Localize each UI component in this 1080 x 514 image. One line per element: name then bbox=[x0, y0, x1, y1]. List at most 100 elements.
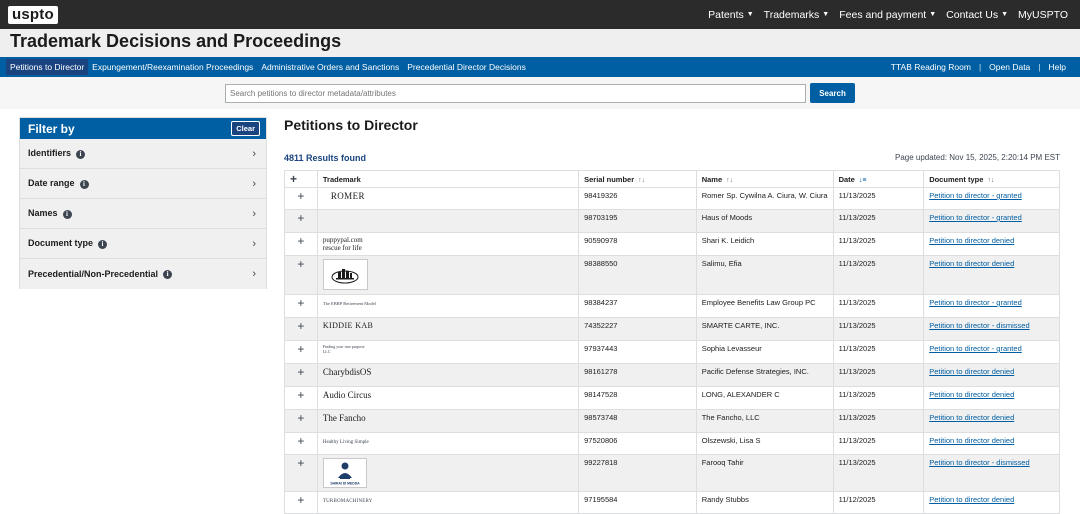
expand-row-icon[interactable]: + bbox=[284, 232, 318, 256]
info-icon[interactable]: i bbox=[79, 179, 89, 189]
serial-cell: 98703195 bbox=[578, 209, 697, 233]
expand-row-icon[interactable]: + bbox=[284, 454, 318, 492]
column-header-document-type[interactable]: Document type ↑↓ bbox=[923, 170, 1060, 188]
document-type-cell: Petition to director - dismissed bbox=[923, 317, 1060, 341]
search-input[interactable] bbox=[225, 84, 806, 103]
document-link[interactable]: Petition to director denied bbox=[929, 367, 1014, 376]
expand-row-icon[interactable]: + bbox=[284, 294, 318, 318]
trademark-text: KIDDIE KAB bbox=[322, 321, 374, 330]
search-button[interactable]: Search bbox=[810, 83, 855, 103]
filter-panel: Filter by Clear Identifiers i › Date rang… bbox=[19, 117, 267, 289]
sort-descending-icon[interactable]: ↓≡ bbox=[859, 177, 867, 184]
tab-administrative-orders[interactable]: Administrative Orders and Sanctions bbox=[257, 59, 403, 75]
info-icon[interactable]: i bbox=[62, 209, 72, 219]
document-link[interactable]: Petition to director denied bbox=[929, 495, 1014, 504]
expand-all-icon[interactable]: + bbox=[284, 170, 318, 188]
sort-icon[interactable]: ↑↓ bbox=[638, 177, 645, 184]
tab-precedential-decisions[interactable]: Precedential Director Decisions bbox=[403, 59, 530, 75]
clear-filters-button[interactable]: Clear bbox=[231, 121, 260, 136]
top-nav-patents[interactable]: Patents ▼ bbox=[708, 9, 754, 21]
expand-row-icon[interactable]: + bbox=[284, 491, 318, 514]
tab-petitions-to-director[interactable]: Petitions to Director bbox=[6, 59, 89, 75]
document-link[interactable]: Petition to director denied bbox=[929, 390, 1014, 399]
expand-row-icon[interactable]: + bbox=[284, 187, 318, 210]
trademark-image bbox=[322, 259, 368, 290]
link-ttab-reading-room[interactable]: TTAB Reading Room bbox=[883, 62, 979, 72]
table-row: + Audio Circus 98147528 LONG, ALEXANDER … bbox=[284, 386, 1060, 410]
trademark-text: puppypal.com rescue for life bbox=[322, 236, 363, 252]
name-cell: Employee Benefits Law Group PC bbox=[695, 294, 834, 318]
chevron-down-icon: ▼ bbox=[1001, 11, 1009, 19]
chevron-right-icon: › bbox=[252, 207, 256, 220]
info-icon[interactable]: i bbox=[76, 149, 86, 159]
uspto-logo[interactable]: uspto bbox=[8, 5, 58, 24]
serial-cell: 98161278 bbox=[578, 363, 697, 387]
top-nav-contact[interactable]: Contact Us ▼ bbox=[946, 9, 1008, 21]
top-nav-fees[interactable]: Fees and payment ▼ bbox=[839, 9, 936, 21]
expand-row-icon[interactable]: + bbox=[284, 432, 318, 455]
filter-precedential[interactable]: Precedential/Non-Precedential i › bbox=[20, 259, 266, 289]
document-link[interactable]: Petition to director denied bbox=[929, 259, 1014, 268]
page-updated-label: Page updated: Nov 15, 2025, 2:20:14 PM E… bbox=[895, 153, 1060, 162]
trademark-cell: SHIRAI DI MEDDA bbox=[316, 454, 580, 492]
table-row: + KIDDIE KAB 74352227 SMARTE CARTE, INC.… bbox=[284, 317, 1060, 341]
expand-row-icon[interactable]: + bbox=[284, 363, 318, 387]
trademark-cell bbox=[316, 209, 580, 233]
expand-row-icon[interactable]: + bbox=[284, 409, 318, 433]
column-header-name[interactable]: Name ↑↓ bbox=[695, 170, 834, 188]
link-open-data[interactable]: Open Data bbox=[981, 62, 1038, 72]
name-cell: SMARTE CARTE, INC. bbox=[695, 317, 834, 341]
tab-expungement[interactable]: Expungement/Reexamination Proceedings bbox=[88, 59, 257, 75]
trademark-image-text: SHIRAI DI MEDDA bbox=[330, 482, 360, 486]
document-type-cell: Petition to director - granted bbox=[923, 187, 1060, 210]
expand-row-icon[interactable]: + bbox=[284, 317, 318, 341]
column-header-date[interactable]: Date ↓≡ bbox=[832, 170, 925, 188]
document-link[interactable]: Petition to director denied bbox=[929, 436, 1014, 445]
document-link[interactable]: Petition to director - dismissed bbox=[929, 321, 1029, 330]
search-band: Search bbox=[0, 77, 1080, 109]
results-heading: Petitions to Director bbox=[284, 117, 418, 133]
column-header-serial[interactable]: Serial number ↑↓ bbox=[578, 170, 697, 188]
document-link[interactable]: Petition to director - dismissed bbox=[929, 458, 1029, 467]
serial-cell: 90590978 bbox=[578, 232, 697, 256]
sort-icon[interactable]: ↑↓ bbox=[726, 177, 733, 184]
expand-row-icon[interactable]: + bbox=[284, 340, 318, 364]
serial-cell: 98388550 bbox=[578, 255, 697, 295]
document-link[interactable]: Petition to director - granted bbox=[929, 298, 1022, 307]
filter-identifiers[interactable]: Identifiers i › bbox=[20, 139, 266, 169]
trademark-text: ROMER bbox=[330, 191, 365, 201]
results-count: 4811 Results found bbox=[284, 153, 367, 163]
filter-document-type[interactable]: Document type i › bbox=[20, 229, 266, 259]
date-cell: 11/13/2025 bbox=[832, 363, 925, 387]
trademark-text: TURBOMACHINERY bbox=[322, 499, 373, 504]
trademark-cell: Healthy Living Simple bbox=[316, 432, 580, 455]
filter-date-range[interactable]: Date range i › bbox=[20, 169, 266, 199]
document-link[interactable]: Petition to director denied bbox=[929, 236, 1014, 245]
table-row: + Healthy Living Simple 97520806 Olszews… bbox=[284, 432, 1060, 455]
expand-row-icon[interactable]: + bbox=[284, 386, 318, 410]
chevron-down-icon: ▼ bbox=[822, 11, 830, 19]
sort-icon[interactable]: ↑↓ bbox=[987, 177, 994, 184]
document-link[interactable]: Petition to director - granted bbox=[929, 213, 1022, 222]
filter-names[interactable]: Names i › bbox=[20, 199, 266, 229]
top-nav-myuspto[interactable]: MyUSPTO bbox=[1018, 9, 1068, 21]
expand-row-icon[interactable]: + bbox=[284, 255, 318, 295]
document-link[interactable]: Petition to director - granted bbox=[929, 344, 1022, 353]
document-link[interactable]: Petition to director - granted bbox=[929, 191, 1022, 200]
document-type-cell: Petition to director denied bbox=[923, 363, 1060, 387]
info-icon[interactable]: i bbox=[163, 270, 173, 280]
serial-cell: 97937443 bbox=[578, 340, 697, 364]
table-row: + Finding your true purpose LLC 97937443… bbox=[284, 340, 1060, 364]
page-title: Trademark Decisions and Proceedings bbox=[10, 31, 342, 51]
section-nav: Petitions to Director Expungement/Reexam… bbox=[0, 57, 1080, 77]
date-cell: 11/13/2025 bbox=[832, 317, 925, 341]
document-link[interactable]: Petition to director denied bbox=[929, 413, 1014, 422]
serial-cell: 74352227 bbox=[578, 317, 697, 341]
info-icon[interactable]: i bbox=[98, 239, 108, 249]
link-help[interactable]: Help bbox=[1041, 62, 1074, 72]
document-type-cell: Petition to director - dismissed bbox=[923, 454, 1060, 492]
trademark-cell: Audio Circus bbox=[316, 386, 580, 410]
expand-row-icon[interactable]: + bbox=[284, 209, 318, 233]
top-nav-trademarks[interactable]: Trademarks ▼ bbox=[764, 9, 830, 21]
top-bar: uspto Patents ▼ Trademarks ▼ Fees and paym… bbox=[0, 0, 1080, 29]
